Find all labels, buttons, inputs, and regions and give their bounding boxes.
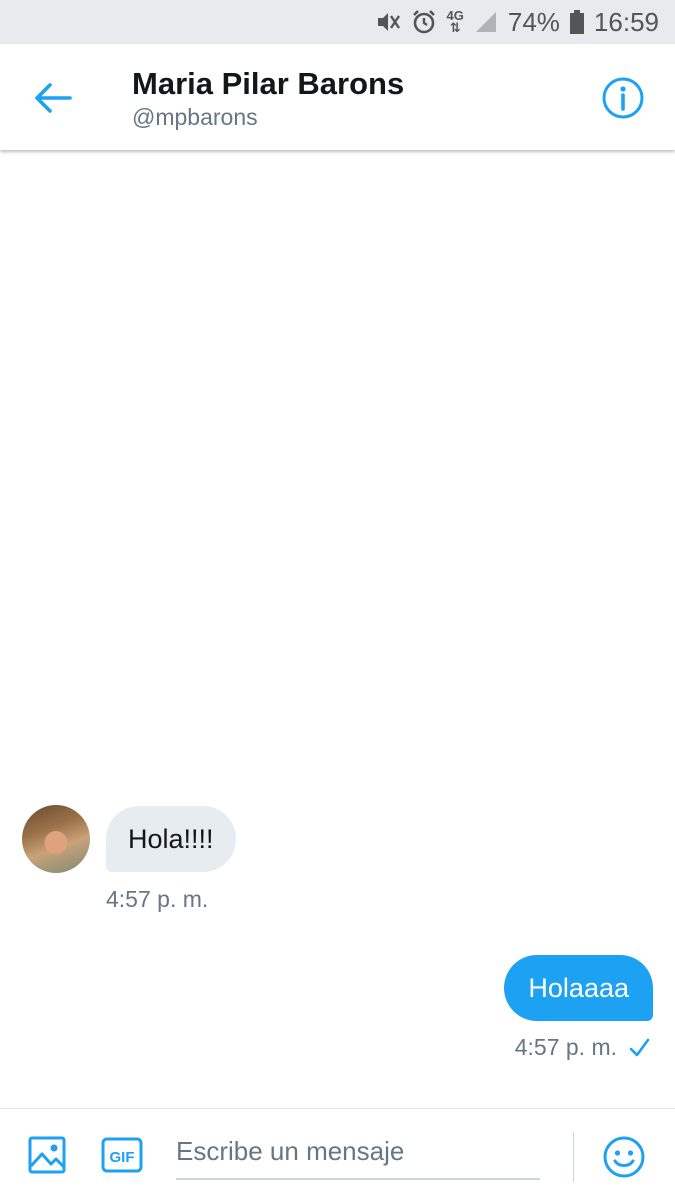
gif-label: GIF — [110, 1149, 135, 1166]
sent-check-icon — [629, 1038, 650, 1057]
outgoing-message-bubble[interactable]: Holaaaa — [504, 955, 653, 1021]
contact-name: Maria Pilar Barons — [132, 66, 405, 101]
emoji-icon[interactable] — [603, 1136, 645, 1178]
image-icon[interactable] — [28, 1136, 66, 1174]
incoming-message-bubble[interactable]: Hola!!!! — [106, 806, 236, 872]
back-arrow-icon[interactable] — [30, 80, 74, 116]
contact-avatar[interactable] — [22, 805, 90, 873]
composer-divider — [573, 1132, 574, 1182]
outgoing-message-text: Holaaaa — [528, 972, 629, 1003]
status-bar: 4G ⇅ 74% 16:59 — [0, 0, 675, 44]
clock: 16:59 — [593, 6, 659, 37]
gif-icon[interactable]: GIF — [101, 1137, 143, 1173]
status-icons: 4G ⇅ 74% 16:59 — [375, 0, 659, 44]
battery-icon — [569, 10, 584, 34]
incoming-message-text: Hola!!!! — [128, 823, 214, 854]
message-input[interactable] — [176, 1124, 540, 1180]
incoming-message-time: 4:57 p. m. — [106, 886, 209, 912]
signal-icon — [475, 12, 496, 32]
info-icon[interactable] — [601, 76, 645, 120]
battery-percentage: 74% — [507, 6, 560, 37]
outgoing-message-time: 4:57 p. m. — [514, 1034, 617, 1060]
vibrate-mute-icon — [377, 13, 400, 31]
network-type: 4G ⇅ — [446, 8, 464, 35]
contact-handle: @mpbarons — [132, 104, 258, 130]
alarm-icon — [412, 10, 435, 34]
conversation-header: Maria Pilar Barons @mpbarons — [0, 44, 675, 150]
